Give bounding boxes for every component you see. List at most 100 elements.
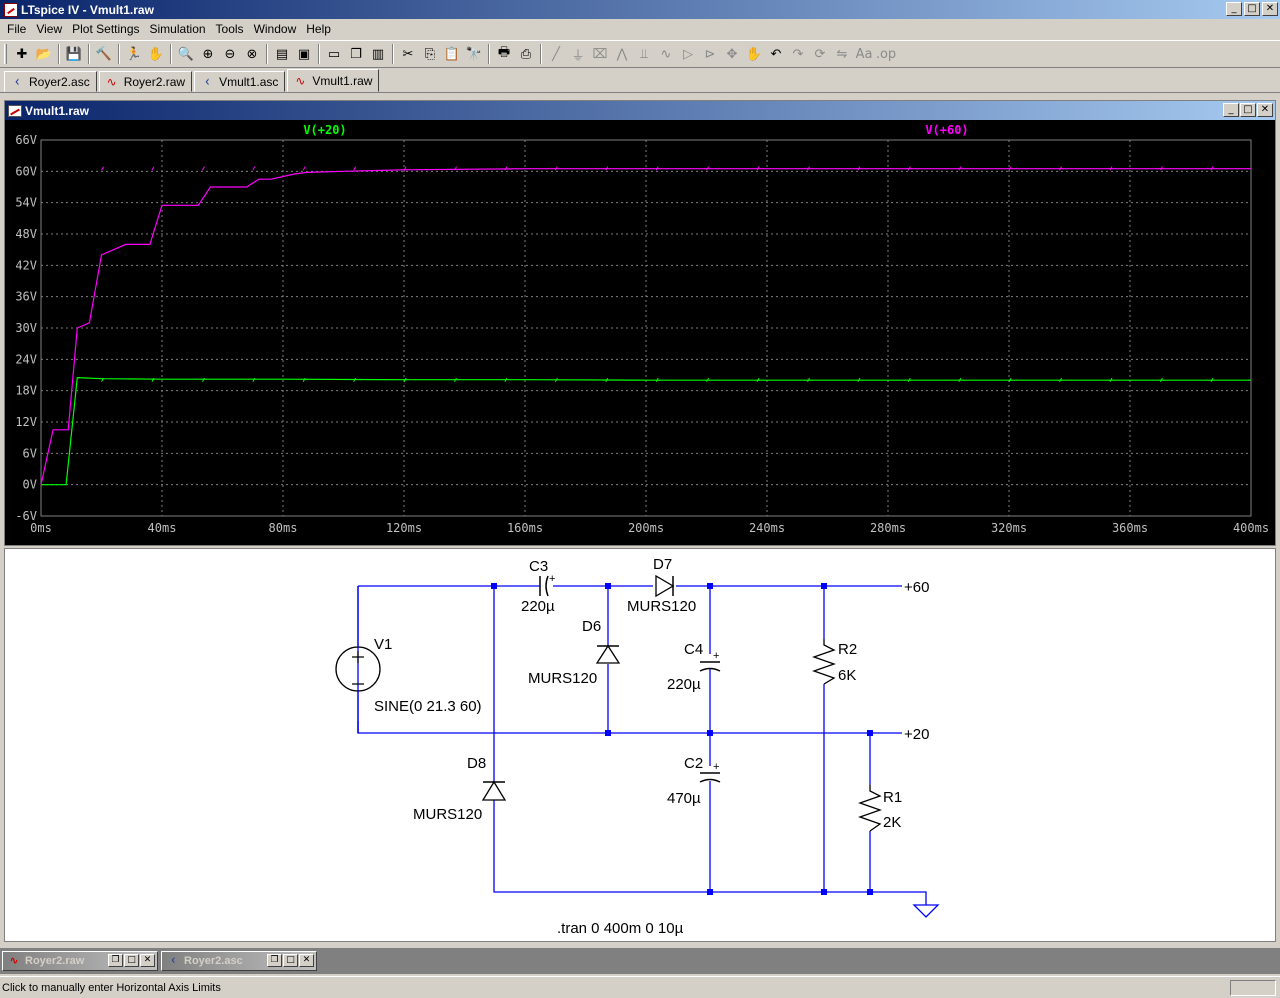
find-icon[interactable]: 🔭 xyxy=(463,43,485,65)
save-icon[interactable]: 💾 xyxy=(63,43,85,65)
menu-simulation[interactable]: Simulation xyxy=(145,22,211,36)
ltspice-app-icon[interactable] xyxy=(4,2,18,17)
toolbar-grip[interactable] xyxy=(4,44,7,64)
minimized-restore-button[interactable]: ❐ xyxy=(108,954,123,967)
pan-hand-icon[interactable]: ✋ xyxy=(145,43,167,65)
run-icon[interactable]: 🏃 xyxy=(123,43,145,65)
minimized-maximize-button[interactable]: □ xyxy=(124,954,139,967)
status-text: Click to manually enter Horizontal Axis … xyxy=(2,981,221,994)
zoom-area-icon[interactable]: 🔍 xyxy=(175,43,197,65)
component-icon[interactable]: ⊳ xyxy=(699,43,721,65)
plot-close-button[interactable]: ✕ xyxy=(1257,103,1273,117)
y-tick-label: 48V xyxy=(15,227,37,241)
cascade-icon[interactable]: ❐ xyxy=(345,43,367,65)
r2-ref-label: R2 xyxy=(838,641,857,658)
move-icon[interactable]: ✥ xyxy=(721,43,743,65)
minimized-restore-button[interactable]: ❐ xyxy=(267,954,282,967)
resistor-icon[interactable]: ⋀ xyxy=(611,43,633,65)
doc-tab-label: Vmult1.asc xyxy=(219,74,279,89)
doc-tab-vmult1-asc[interactable]: ᚲ Vmult1.asc xyxy=(194,71,286,92)
menu-file[interactable]: File xyxy=(2,22,31,36)
plot-minimize-button[interactable]: _ xyxy=(1223,103,1239,117)
doc-tab-royer2-asc[interactable]: ᚲ Royer2.asc xyxy=(4,71,97,92)
label-net-icon[interactable]: ⌧ xyxy=(589,43,611,65)
tile-horizontal-icon[interactable]: ▭ xyxy=(323,43,345,65)
minimized-windows-bar: ∿ Royer2.raw ❐ □ ✕ ᚲ Royer2.asc ❐ □ ✕ xyxy=(0,948,1280,974)
menu-plot-settings[interactable]: Plot Settings xyxy=(67,22,144,36)
waveform-chart[interactable]: 0ms 40ms 80ms 120ms 160ms 200ms 240ms 280ms 320m… xyxy=(5,120,1275,545)
net-label-plus20: +20 xyxy=(904,726,929,743)
x-tick-label: 280ms xyxy=(870,521,906,535)
undo-icon[interactable]: ↶ xyxy=(765,43,787,65)
redo-icon[interactable]: ↷ xyxy=(787,43,809,65)
r1-resistor-symbol[interactable] xyxy=(858,785,882,832)
doc-tab-royer2-raw[interactable]: ∿ Royer2.raw xyxy=(98,71,193,92)
copy-icon[interactable]: ⎘ xyxy=(419,43,441,65)
print-preview-icon[interactable]: 🖶 xyxy=(493,43,515,65)
x-tick-label: 400ms xyxy=(1233,521,1269,535)
d6-value-label: MURS120 xyxy=(528,670,597,687)
menu-bar: File View Plot Settings Simulation Tools… xyxy=(0,19,1280,38)
menu-tools[interactable]: Tools xyxy=(211,22,249,36)
r2-resistor-symbol[interactable] xyxy=(812,639,836,685)
drag-icon[interactable]: ✋ xyxy=(743,43,765,65)
y-tick-label: 66V xyxy=(15,133,37,147)
y-tick-label: 24V xyxy=(15,352,37,366)
toolbar-separator xyxy=(392,44,394,64)
ripple-mark xyxy=(353,166,357,171)
minimized-maximize-button[interactable]: □ xyxy=(283,954,298,967)
minimize-button[interactable]: _ xyxy=(1226,2,1242,16)
d6-diode-symbol[interactable] xyxy=(595,644,621,664)
zoom-in-icon[interactable]: ⊕ xyxy=(197,43,219,65)
doc-tab-vmult1-raw[interactable]: ∿ Vmult1.raw xyxy=(287,69,380,92)
mirror-icon[interactable]: ⇋ xyxy=(831,43,853,65)
x-tick-label: 160ms xyxy=(507,521,543,535)
d8-diode-symbol[interactable] xyxy=(481,780,507,801)
capacitor-icon[interactable]: ⫫ xyxy=(633,43,655,65)
text-icon[interactable]: Aa xyxy=(853,43,875,65)
print-icon[interactable]: ⎙ xyxy=(515,43,537,65)
plot-maximize-button[interactable]: □ xyxy=(1240,103,1256,117)
y-tick-label: 18V xyxy=(15,384,37,398)
schematic-pane[interactable]: V1 SINE(0 21.3 60) C3 220µ + D7 MURS120 D6 MURS1… xyxy=(4,548,1276,942)
zoom-cancel-icon[interactable]: ⊗ xyxy=(241,43,263,65)
junction-dot xyxy=(707,583,713,589)
inductor-icon[interactable]: ∿ xyxy=(655,43,677,65)
rotate-icon[interactable]: ⟳ xyxy=(809,43,831,65)
schematic-canvas[interactable]: V1 SINE(0 21.3 60) C3 220µ + D7 MURS120 D6 MURS1… xyxy=(5,549,1275,941)
junction-dot xyxy=(605,583,611,589)
ground-icon[interactable]: ⏚ xyxy=(567,43,589,65)
menu-help[interactable]: Help xyxy=(301,22,336,36)
menu-view[interactable]: View xyxy=(31,22,67,36)
new-schematic-icon[interactable]: ✚ xyxy=(11,43,33,65)
close-button[interactable]: ✕ xyxy=(1262,2,1278,16)
open-folder-icon[interactable]: 📂 xyxy=(33,43,55,65)
y-tick-label: 54V xyxy=(15,196,37,210)
zoom-out-icon[interactable]: ⊖ xyxy=(219,43,241,65)
control-panel-icon[interactable]: 🔨 xyxy=(93,43,115,65)
paste-icon[interactable]: 📋 xyxy=(441,43,463,65)
d8-value-label: MURS120 xyxy=(413,806,482,823)
tile-vertical-icon[interactable]: ▥ xyxy=(367,43,389,65)
cut-icon[interactable]: ✂ xyxy=(397,43,419,65)
c3-curved-plate[interactable] xyxy=(545,575,549,597)
spice-directive-icon[interactable]: .op xyxy=(875,43,897,65)
minimized-close-button[interactable]: ✕ xyxy=(140,954,155,967)
ground-symbol[interactable] xyxy=(912,904,940,918)
menu-window[interactable]: Window xyxy=(249,22,302,36)
maximize-button[interactable]: □ xyxy=(1244,2,1260,16)
d7-diode-symbol[interactable] xyxy=(655,574,675,598)
minimized-close-button[interactable]: ✕ xyxy=(299,954,314,967)
ripple-mark xyxy=(302,166,306,171)
fit-icon[interactable]: ▣ xyxy=(293,43,315,65)
minimized-window-royer2-asc[interactable]: ᚲ Royer2.asc ❐ □ ✕ xyxy=(161,951,317,971)
toolbar-separator xyxy=(266,44,268,64)
plot-window-titlebar: Vmult1.raw _ □ ✕ xyxy=(5,101,1275,120)
minimized-window-royer2-raw[interactable]: ∿ Royer2.raw ❐ □ ✕ xyxy=(2,951,158,971)
diode-icon[interactable]: ▷ xyxy=(677,43,699,65)
autorange-icon[interactable]: ▤ xyxy=(271,43,293,65)
waveform-icon: ∿ xyxy=(106,74,117,89)
ripple-mark xyxy=(252,166,256,171)
wire-icon[interactable]: ╱ xyxy=(545,43,567,65)
waveform-plot-area[interactable]: 0ms 40ms 80ms 120ms 160ms 200ms 240ms 280ms 320m… xyxy=(5,120,1275,545)
